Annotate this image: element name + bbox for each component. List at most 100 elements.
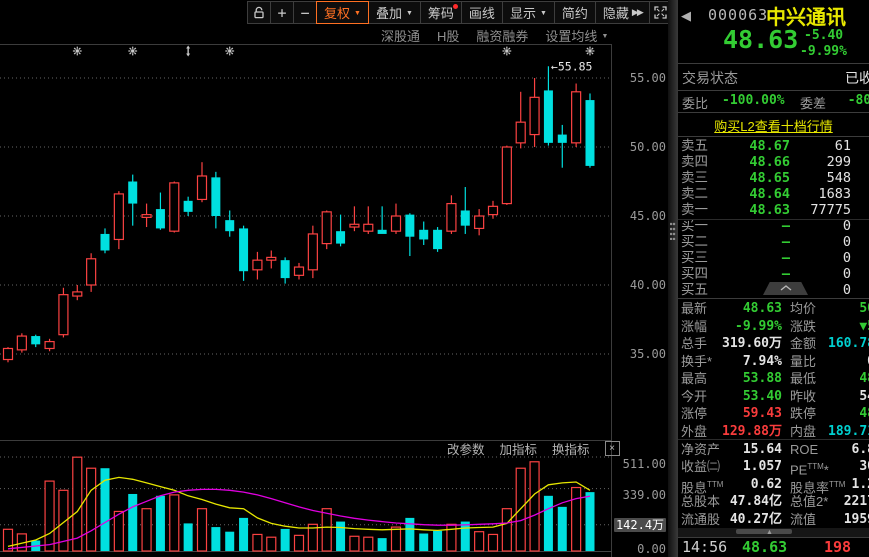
stat-label: 流值 bbox=[790, 511, 817, 527]
order-book-price[interactable]: 48.66 bbox=[718, 154, 790, 170]
chips-button[interactable]: 筹码 bbox=[419, 1, 462, 24]
zoom-out-button[interactable]: − bbox=[293, 1, 317, 24]
change-params-link[interactable]: 改参数 bbox=[447, 439, 485, 458]
order-book-price[interactable]: — bbox=[718, 218, 790, 234]
hide-button[interactable]: 隐藏 ▶▶ bbox=[594, 1, 650, 24]
stats-row: 收益㈡1.057PETTM*30 bbox=[678, 458, 869, 477]
switch-indicator-link[interactable]: 换指标 bbox=[552, 439, 590, 458]
sun-ray bbox=[591, 52, 594, 55]
order-book-row[interactable]: 买一 — 0 bbox=[678, 218, 869, 234]
order-book-price[interactable]: — bbox=[718, 266, 790, 282]
order-book-price[interactable]: 48.65 bbox=[718, 170, 790, 186]
add-indicator-link[interactable]: 加指标 bbox=[500, 439, 538, 458]
order-book-level-label: 卖二 bbox=[681, 186, 708, 201]
h-share-button[interactable]: H股 bbox=[437, 27, 459, 44]
panel-scrollbar[interactable]: ▲ bbox=[678, 528, 869, 537]
order-book-row[interactable]: 买三 — 0 bbox=[678, 250, 869, 266]
candlestick-chart: ←55.85 bbox=[0, 44, 612, 557]
divider bbox=[678, 439, 869, 440]
updown-top bbox=[186, 45, 191, 49]
stats-row: 最新 48.63 均价 50 bbox=[678, 300, 869, 317]
order-book-row[interactable]: 买二 — 0 bbox=[678, 234, 869, 250]
stats-row: 净资产 15.64 ROE 6.8 bbox=[678, 441, 869, 458]
weicha-label: 委差 bbox=[800, 96, 827, 111]
candle-body-up bbox=[474, 215, 485, 230]
order-book-row[interactable]: 卖一 48.63 77775 bbox=[678, 202, 869, 218]
sun-core bbox=[228, 49, 232, 53]
stat-value: 54 bbox=[859, 388, 869, 404]
simple-label: 简约 bbox=[561, 6, 588, 21]
stats-row: 今开 53.40 昨收 54 bbox=[678, 388, 869, 405]
order-book-price[interactable]: 48.64 bbox=[718, 186, 790, 202]
buy-l2-link[interactable]: 购买L2查看十档行情 bbox=[678, 116, 869, 135]
last-trade-time: 14:56 bbox=[682, 538, 728, 556]
divider bbox=[678, 136, 869, 137]
updown-bottom bbox=[186, 53, 191, 57]
panel-splitter[interactable] bbox=[668, 0, 678, 557]
order-book-price[interactable]: — bbox=[718, 250, 790, 266]
stat-value: 53.40 bbox=[742, 388, 782, 404]
order-book-row[interactable]: 卖二 48.64 1683 bbox=[678, 186, 869, 202]
stat-value: 48 bbox=[859, 371, 869, 386]
candle-body-up bbox=[252, 259, 263, 271]
order-book-price[interactable]: 48.67 bbox=[718, 138, 790, 154]
order-book-row[interactable]: 卖四 48.66 299 bbox=[678, 154, 869, 170]
volume-bar-down bbox=[211, 527, 221, 551]
candle-body-down bbox=[155, 209, 165, 229]
fuquan-label: 复权 bbox=[324, 6, 351, 21]
order-book-row[interactable]: 卖三 48.65 548 bbox=[678, 170, 869, 186]
volume-bar-up bbox=[446, 523, 457, 552]
candle-body-up bbox=[196, 175, 208, 201]
stats-row: 总股本 47.84亿总值2* 2217 bbox=[678, 493, 869, 510]
order-book-price[interactable]: — bbox=[718, 234, 790, 250]
event-marker-sun-icon bbox=[225, 46, 235, 56]
event-marker-sun-icon bbox=[585, 46, 595, 56]
trading-status-row: 交易状态 已收 bbox=[682, 68, 869, 88]
fullscreen-arrows bbox=[656, 8, 665, 17]
stat-value: 1.057 bbox=[742, 459, 782, 475]
lock-button[interactable] bbox=[247, 1, 271, 24]
candle-body-up bbox=[515, 121, 526, 144]
overlay-button[interactable]: 叠加 ▼ bbox=[367, 1, 421, 24]
volume-bar-down bbox=[433, 530, 443, 551]
stat-value: -9.99% bbox=[735, 318, 782, 334]
draw-line-button[interactable]: 画线 bbox=[460, 1, 503, 24]
volume-bar-down bbox=[377, 538, 387, 551]
order-book-volume: 0 bbox=[842, 266, 851, 282]
margin-trading-button[interactable]: 融资融券 bbox=[476, 27, 528, 44]
peak-price-annotation: ←55.85 bbox=[551, 59, 593, 73]
close-indicator-button[interactable]: × bbox=[604, 441, 620, 456]
stat-label: 外盘 bbox=[681, 423, 708, 439]
stat-label: 跌停 bbox=[790, 406, 817, 421]
sun-ray bbox=[226, 47, 229, 50]
display-button[interactable]: 显示 ▼ bbox=[501, 1, 555, 24]
zoom-in-button[interactable]: + bbox=[270, 1, 294, 24]
volume-bar-up bbox=[487, 533, 499, 552]
fuquan-button[interactable]: 复权 ▼ bbox=[316, 1, 369, 24]
candle-body-up bbox=[266, 256, 277, 261]
caret-down-icon: ▼ bbox=[601, 32, 609, 40]
order-book-row[interactable]: 卖五 48.67 61 bbox=[678, 138, 869, 154]
order-book-level-label: 卖一 bbox=[681, 202, 708, 217]
volume-bar-up bbox=[293, 534, 305, 552]
collapse-orderbook-button[interactable] bbox=[763, 282, 808, 295]
candle-body-up bbox=[390, 215, 402, 232]
volume-bar-up bbox=[113, 510, 124, 552]
ma-settings-button[interactable]: 设置均线 ▼ bbox=[545, 27, 609, 44]
sun-core bbox=[588, 49, 592, 53]
order-book-level-label: 卖三 bbox=[681, 170, 708, 185]
candle-body-down bbox=[100, 233, 110, 251]
scrollbar-thumb[interactable] bbox=[736, 529, 792, 534]
order-book-row[interactable]: 买四 — 0 bbox=[678, 266, 869, 282]
volume-bar-up bbox=[321, 508, 332, 552]
back-arrow-icon[interactable]: ◀ bbox=[681, 8, 691, 24]
szhk-connect-button[interactable]: 深股通 bbox=[381, 27, 420, 44]
stats-row: 总手 319.60万金额 160.78 bbox=[678, 335, 869, 352]
quote-panel: ◀ 000063 中兴通讯 48.63 -5.40 -9.99% 交易状态 已收… bbox=[678, 0, 869, 557]
chevron-up-icon bbox=[780, 286, 792, 292]
candle-body-down bbox=[239, 228, 249, 272]
stat-value: 7.94% bbox=[742, 353, 782, 369]
simple-button[interactable]: 简约 bbox=[553, 1, 596, 24]
event-marker-sun-icon bbox=[128, 46, 138, 56]
order-book-price[interactable]: 48.63 bbox=[718, 202, 790, 218]
